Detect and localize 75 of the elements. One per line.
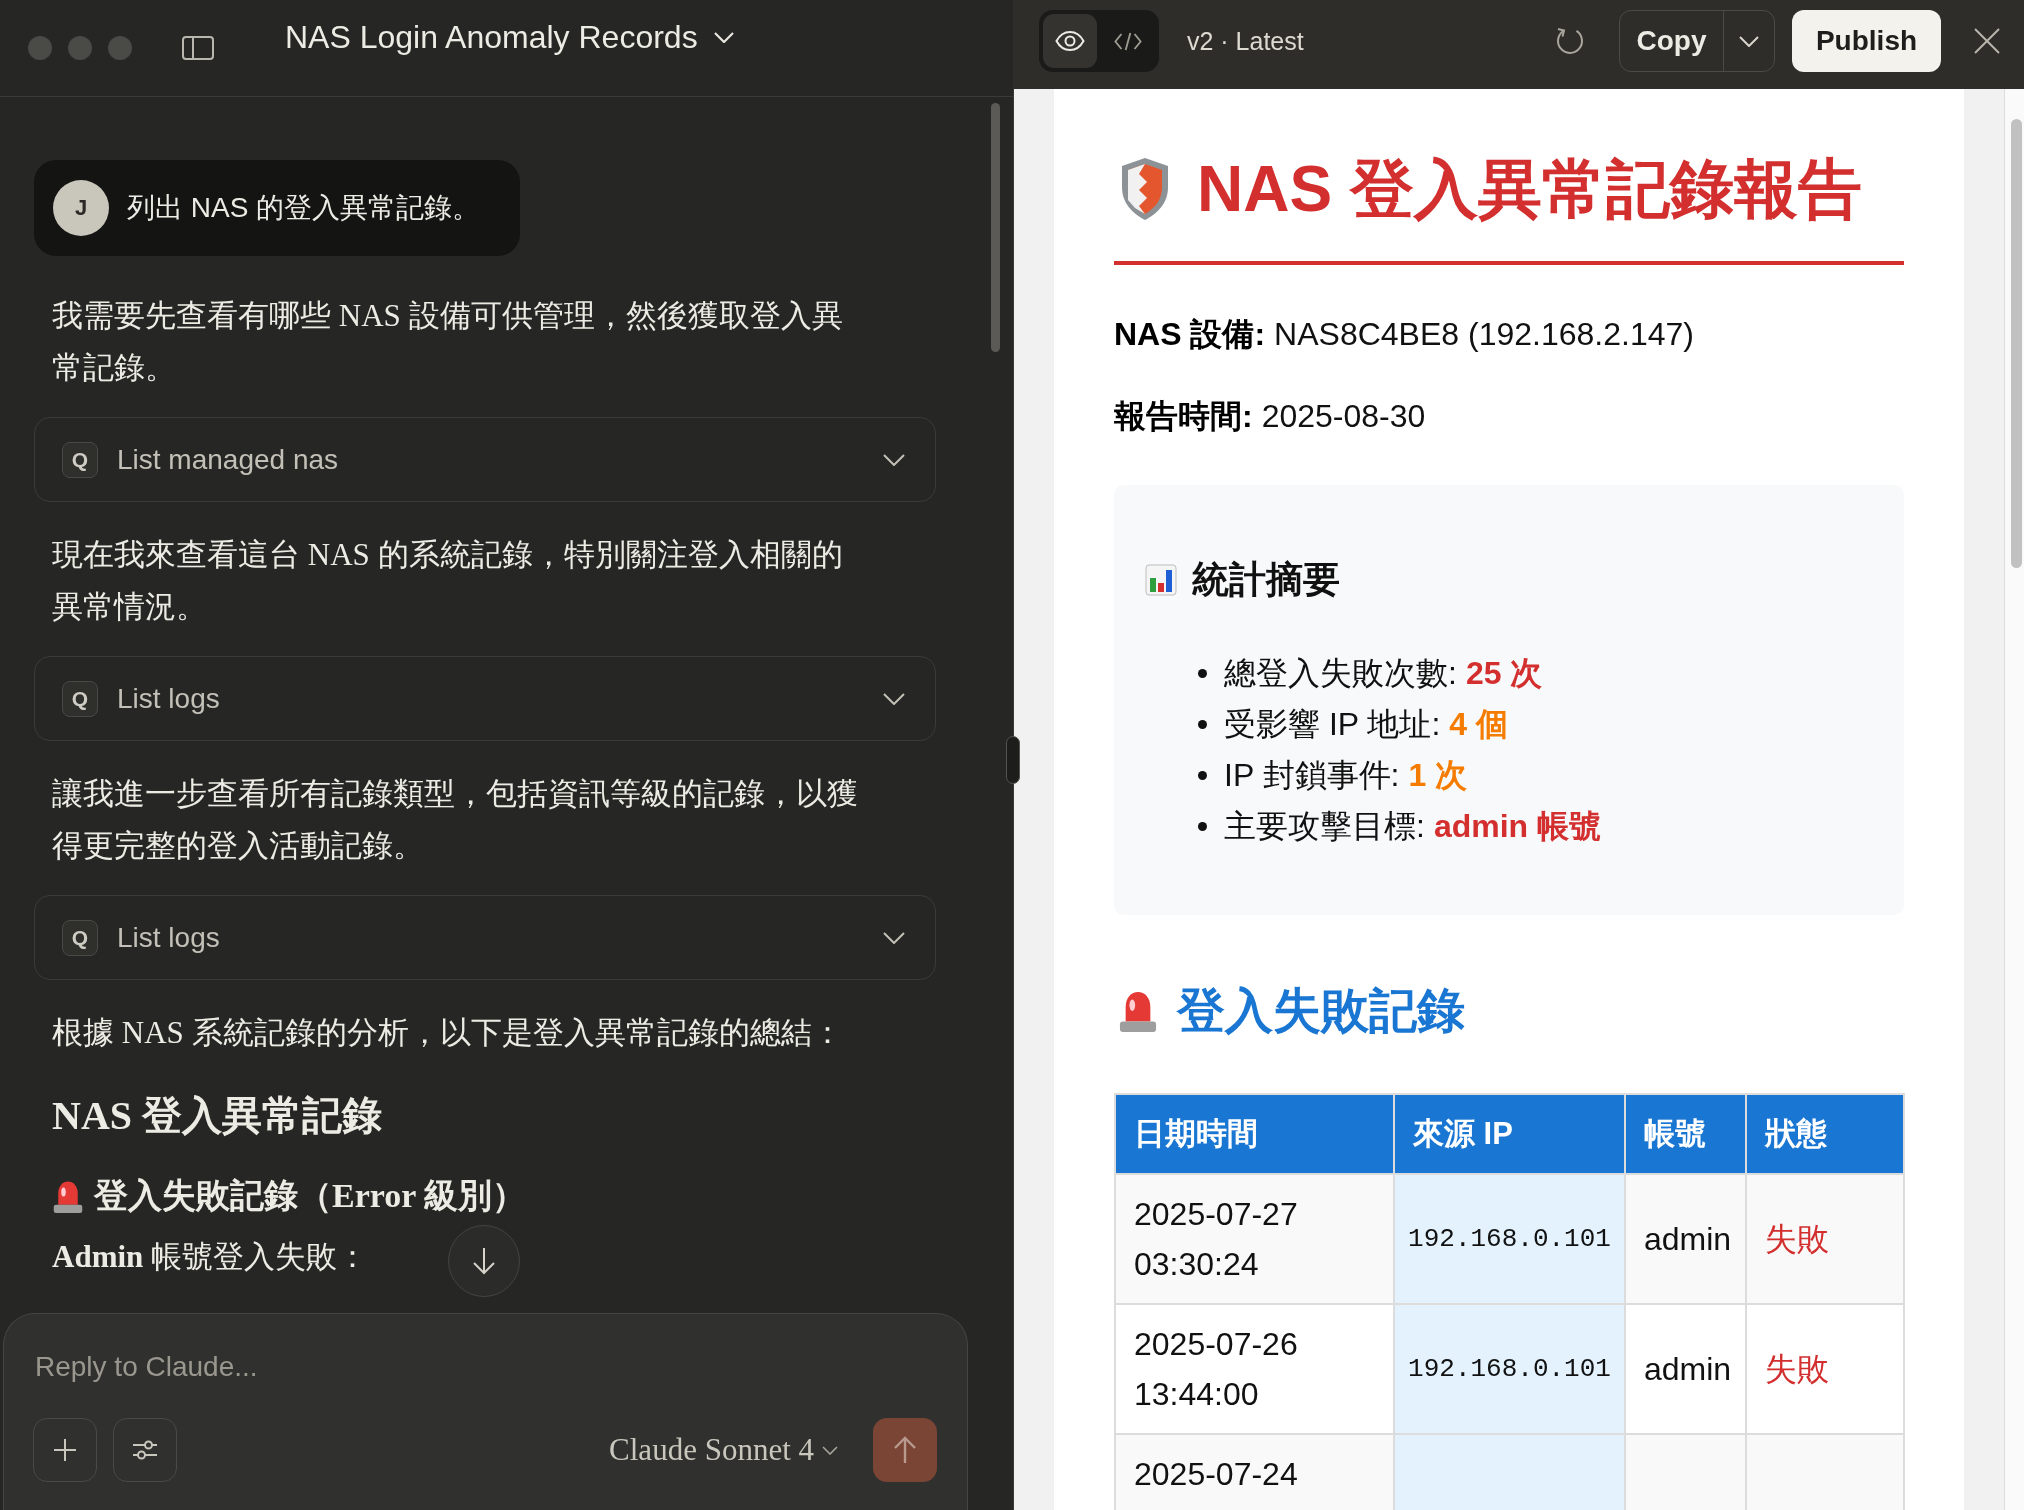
model-selector[interactable]: Claude Sonnet 4 [609, 1432, 838, 1468]
message-subheading: 登入失敗記錄（Error 級別） [94, 1176, 527, 1216]
table-cell: 2025-07-26 13:44:00 [1115, 1304, 1394, 1434]
meta-label: NAS 設備: [1114, 316, 1266, 352]
preview-tab[interactable] [1043, 14, 1097, 68]
tools-button[interactable] [113, 1418, 177, 1482]
meta-label: 報告時間: [1114, 398, 1253, 434]
shield-icon [1120, 157, 1170, 221]
chevron-down-icon [822, 1445, 838, 1455]
version-label: v2 · Latest [1187, 26, 1304, 57]
table-cell: admin [1625, 1174, 1746, 1304]
summary-label: 受影響 IP 地址: [1224, 704, 1441, 744]
summary-value: 25 次 [1465, 653, 1543, 693]
tool-badge: Q [62, 441, 98, 478]
meta-value: 2025-08-30 [1261, 398, 1426, 434]
message-paragraph: 我需要先查看有哪些 NAS 設備可供管理，然後獲取登入異常記錄。 [52, 297, 844, 387]
user-message-text: 列出 NAS 的登入異常記錄。 [127, 191, 481, 225]
siren-icon [1119, 989, 1157, 1033]
summary-value: 1 次 [1408, 755, 1468, 795]
meta-value: NAS8C4BE8 (192.168.2.147) [1274, 316, 1694, 352]
summary-value: 4 個 [1449, 704, 1508, 744]
table-cell: 失敗 [1746, 1174, 1904, 1304]
tool-badge: Q [62, 680, 98, 717]
summary-label: 總登入失敗次數: [1224, 653, 1457, 693]
message-paragraph: 讓我進一步查看所有記錄類型，包括資訊等級的記錄，以獲得更完整的登入活動記錄。 [52, 775, 859, 865]
chevron-down-icon [1739, 35, 1759, 47]
bullet-icon [1198, 669, 1207, 678]
sliders-icon [132, 1440, 158, 1460]
copy-button[interactable]: Copy [1620, 11, 1724, 71]
bullet-icon [1198, 771, 1207, 780]
section-title: 登入失敗記錄 [1177, 983, 1465, 1039]
tool-call-toggle[interactable]: Q List logs [34, 656, 936, 741]
arrow-down-icon [472, 1247, 496, 1275]
send-button[interactable] [873, 1418, 937, 1482]
table-cell: 192.168.0.101 [1394, 1174, 1625, 1304]
scrollbar-thumb[interactable] [2011, 119, 2022, 568]
summary-title: 統計摘要 [1192, 558, 1340, 602]
add-button[interactable] [33, 1418, 97, 1482]
publish-button[interactable]: Publish [1792, 10, 1941, 72]
scrollbar-thumb[interactable] [991, 103, 1000, 352]
eye-icon [1055, 31, 1085, 51]
close-icon[interactable] [1974, 28, 2000, 54]
message-paragraph: 現在我來查看這台 NAS 的系統記錄，特別關注登入相關的異常情況。 [52, 536, 844, 626]
message-paragraph: 根據 NAS 系統記錄的分析，以下是登入異常記錄的總結： [52, 1014, 843, 1052]
summary-label: IP 封鎖事件: [1224, 755, 1400, 795]
summary-label: 主要攻擊目標: [1224, 806, 1425, 846]
reply-input[interactable]: Reply to Claude... [33, 1346, 937, 1388]
summary-value: admin 帳號 [1433, 806, 1601, 846]
code-icon [1114, 31, 1142, 51]
refresh-icon[interactable] [1555, 26, 1585, 56]
table-cell: 192.168.0.101 [1394, 1304, 1625, 1434]
tool-badge: Q [62, 919, 98, 956]
table-header-cell: 日期時間 [1115, 1094, 1394, 1174]
user-avatar: J [53, 180, 109, 236]
bullet-icon [1198, 822, 1207, 831]
table-header-cell: 來源 IP [1394, 1094, 1625, 1174]
chevron-down-icon [713, 31, 734, 43]
bullet-icon [1198, 720, 1207, 729]
tool-call-toggle[interactable]: Q List managed nas [34, 417, 936, 502]
table-header-cell: 帳號 [1625, 1094, 1746, 1174]
table-cell: admin [1625, 1304, 1746, 1434]
chat-title-dropdown[interactable]: NAS Login Anomaly Records [285, 18, 734, 56]
table-cell: 2025-07-27 03:30:24 [1115, 1174, 1394, 1304]
plus-icon [53, 1438, 77, 1462]
panel-resize-handle[interactable] [1006, 736, 1020, 784]
report-title: NAS 登入異常記錄報告 [1197, 152, 1862, 227]
tool-call-toggle[interactable]: Q List logs [34, 895, 936, 980]
message-paragraph: Admin 帳號登入失敗： [52, 1238, 369, 1276]
bar-chart-icon [1145, 563, 1177, 596]
table-cell: 2025-07-24 [1115, 1434, 1394, 1510]
table-header-cell: 狀態 [1746, 1094, 1904, 1174]
arrow-up-icon [893, 1436, 917, 1464]
table-cell: 失敗 [1746, 1304, 1904, 1434]
sidebar-toggle-icon[interactable] [182, 36, 214, 60]
message-heading: NAS 登入異常記錄 [52, 1092, 383, 1140]
